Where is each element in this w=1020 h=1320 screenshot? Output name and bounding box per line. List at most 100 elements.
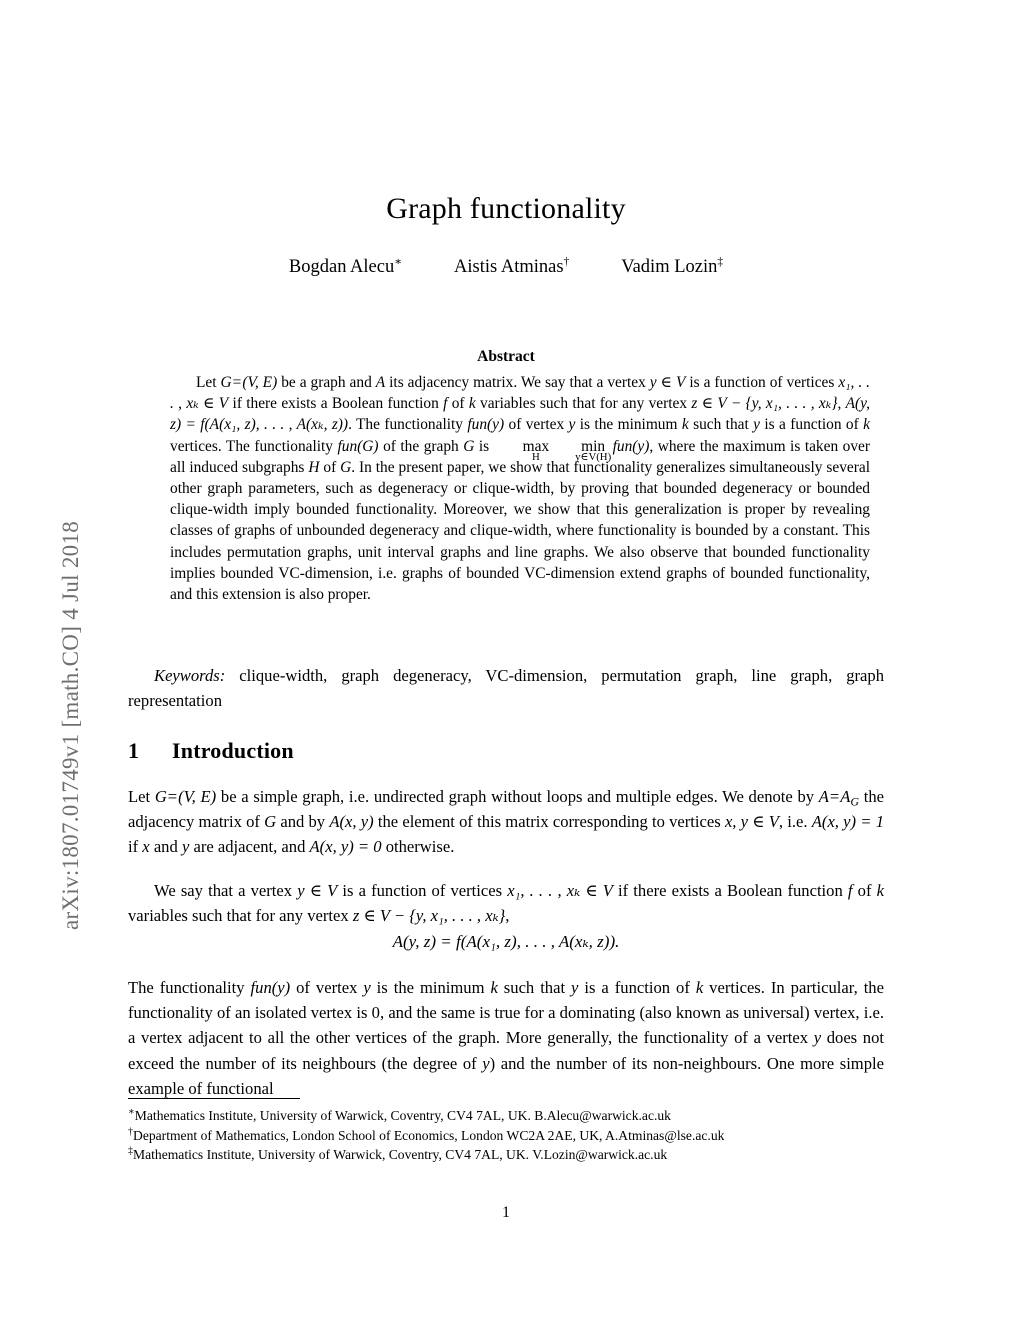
abstract-text: of the graph [378,437,464,455]
body-text: is a function of [578,978,696,997]
abstract-paragraph: Let G =(V, E) be a graph and A its adjace… [170,374,871,604]
author-list: Bogdan Alecu∗ Aistis Atminas† Vadim Lozin‡ [128,255,884,279]
body-text: , [505,906,510,926]
author-3-footnote-marker: ‡ [717,255,724,268]
abstract-text: of vertex [504,416,569,434]
math-y: y [482,1053,490,1073]
author-1-footnote-marker: ∗ [394,255,403,268]
min-limit: y∈V(H) [575,450,612,463]
math-xy-in-V: x, y ∈ V [724,812,779,832]
math-x: x [142,837,150,857]
math-z-in-V-minus: z ∈ V − {y, x₁, . . . , xₖ} [691,395,838,413]
body-text: and by [276,812,330,832]
body-text: of [852,881,877,900]
math-fun-y: fun(y) [612,437,650,455]
math-equals: = [232,374,242,391]
intro-paragraph-3: The functionality fun(y) of vertex y is … [128,975,884,1101]
math-Axy-eq-1: A(x, y) = 1 [811,812,885,832]
author-3-name: Vadim Lozin [621,257,718,277]
footnote-list: ∗Mathematics Institute, University of Wa… [128,1106,900,1165]
math-A: A [818,787,829,806]
page-number: 1 [502,1204,510,1221]
author-2: Aistis Atminas† [454,255,569,279]
math-VE: (V, E) [242,374,278,391]
body-text: is the minimum [370,978,491,997]
footnote-3: ‡Mathematics Institute, University of Wa… [128,1145,900,1165]
math-fun-y: fun(y) [467,416,505,434]
body-text: variables such that for any vertex [128,906,353,926]
math-VE: (V, E) [178,787,217,806]
math-equals: = [167,787,178,806]
keywords-label: Keywords: [154,666,226,685]
math-subscript-G: G [850,794,860,809]
math-fun-y: fun(y) [250,978,291,997]
math-y: y [363,978,371,997]
footnote-separator-rule [128,1098,300,1099]
abstract-text: variables such that for any vertex [475,395,692,413]
math-fun-G: fun(G) [337,437,379,455]
math-min-operator: min y∈V(H) [555,436,611,463]
abstract-text: Let [196,374,221,391]
paper-page: Graph functionality Bogdan Alecu∗ Aistis … [0,0,1020,1320]
body-text: , i.e. [778,812,812,832]
abstract-text: its adjacency matrix. We say that a vert… [385,374,650,391]
body-text: We say that a vertex [154,881,298,900]
keywords-block: Keywords: clique-width, graph degeneracy… [128,663,884,713]
equation-content: A(y, z) = f(A(x₁, z), . . . , A(xₖ, z)). [392,932,620,951]
abstract-text: of [319,458,341,476]
abstract-text: be a graph and [277,374,376,391]
math-x1-xk: x₁, . . . , xₖ ∈ V [507,881,613,900]
author-3: Vadim Lozin‡ [621,255,723,279]
body-text: if [128,837,143,857]
math-y-in-V: y ∈ V [297,881,338,900]
body-text: of vertex [290,978,364,997]
math-G: G [463,437,475,455]
body-text: if there exists a Boolean function [612,881,848,900]
math-k: k [468,395,476,413]
math-H: H [308,458,320,476]
abstract-body: Let G =(V, E) be a graph and A its adjace… [170,372,870,605]
abstract-text: . The functionality [348,416,468,434]
abstract-text: vertices. The functionality [170,437,338,455]
math-A-eq-AG: A=AG [818,787,860,809]
abstract-text: is the minimum [575,416,682,434]
math-A: A [375,374,386,391]
math-G: G [154,787,167,806]
author-2-footnote-marker: † [563,255,570,268]
section-title: Introduction [172,738,294,763]
math-max-operator: max H [497,436,550,463]
math-y: y [813,1028,822,1048]
keywords-text: clique-width, graph degeneracy, VC-dimen… [128,666,884,710]
body-text: Let [128,787,155,806]
paragraph-text: We say that a vertex y ∈ V is a function… [128,878,884,928]
math-G: G [340,458,352,476]
math-equals: = [829,787,840,806]
body-text: are adjacent, and [189,837,310,857]
author-2-name: Aistis Atminas [454,257,564,277]
body-text: and [149,837,182,857]
author-1-name: Bogdan Alecu [288,257,395,277]
math-k: k [863,416,870,434]
section-heading-introduction: 1 Introduction [128,738,294,764]
paragraph-text: The functionality fun(y) of vertex y is … [128,975,884,1101]
max-limit: H [532,450,540,463]
math-k: k [681,416,689,434]
body-text: is a function of vertices [337,881,508,900]
abstract-text: . In the present paper, we show that fun… [170,458,870,604]
body-text: the element of this matrix corresponding… [373,812,725,832]
section-number: 1 [128,738,140,763]
body-text: be a simple graph, i.e. undirected graph… [216,787,819,806]
footnote-1-marker: ∗ [128,1106,135,1118]
math-y: y [753,416,760,434]
footnote-1-text: Mathematics Institute, University of War… [134,1108,671,1123]
body-text: otherwise. [381,837,455,857]
abstract-text: is a function of [760,416,864,434]
math-z-in-V-minus: z ∈ V − {y, x₁, . . . , xₖ} [352,906,506,926]
page-title: Graph functionality [386,192,626,225]
abstract-heading: Abstract [477,348,535,365]
footnote-1: ∗Mathematics Institute, University of Wa… [128,1106,900,1126]
footnote-2: †Department of Mathematics, London Schoo… [128,1126,900,1146]
abstract-text: of [447,395,469,413]
math-Axy: A(x, y) [329,812,374,832]
abstract-text: if there exists a Boolean function [228,395,444,413]
